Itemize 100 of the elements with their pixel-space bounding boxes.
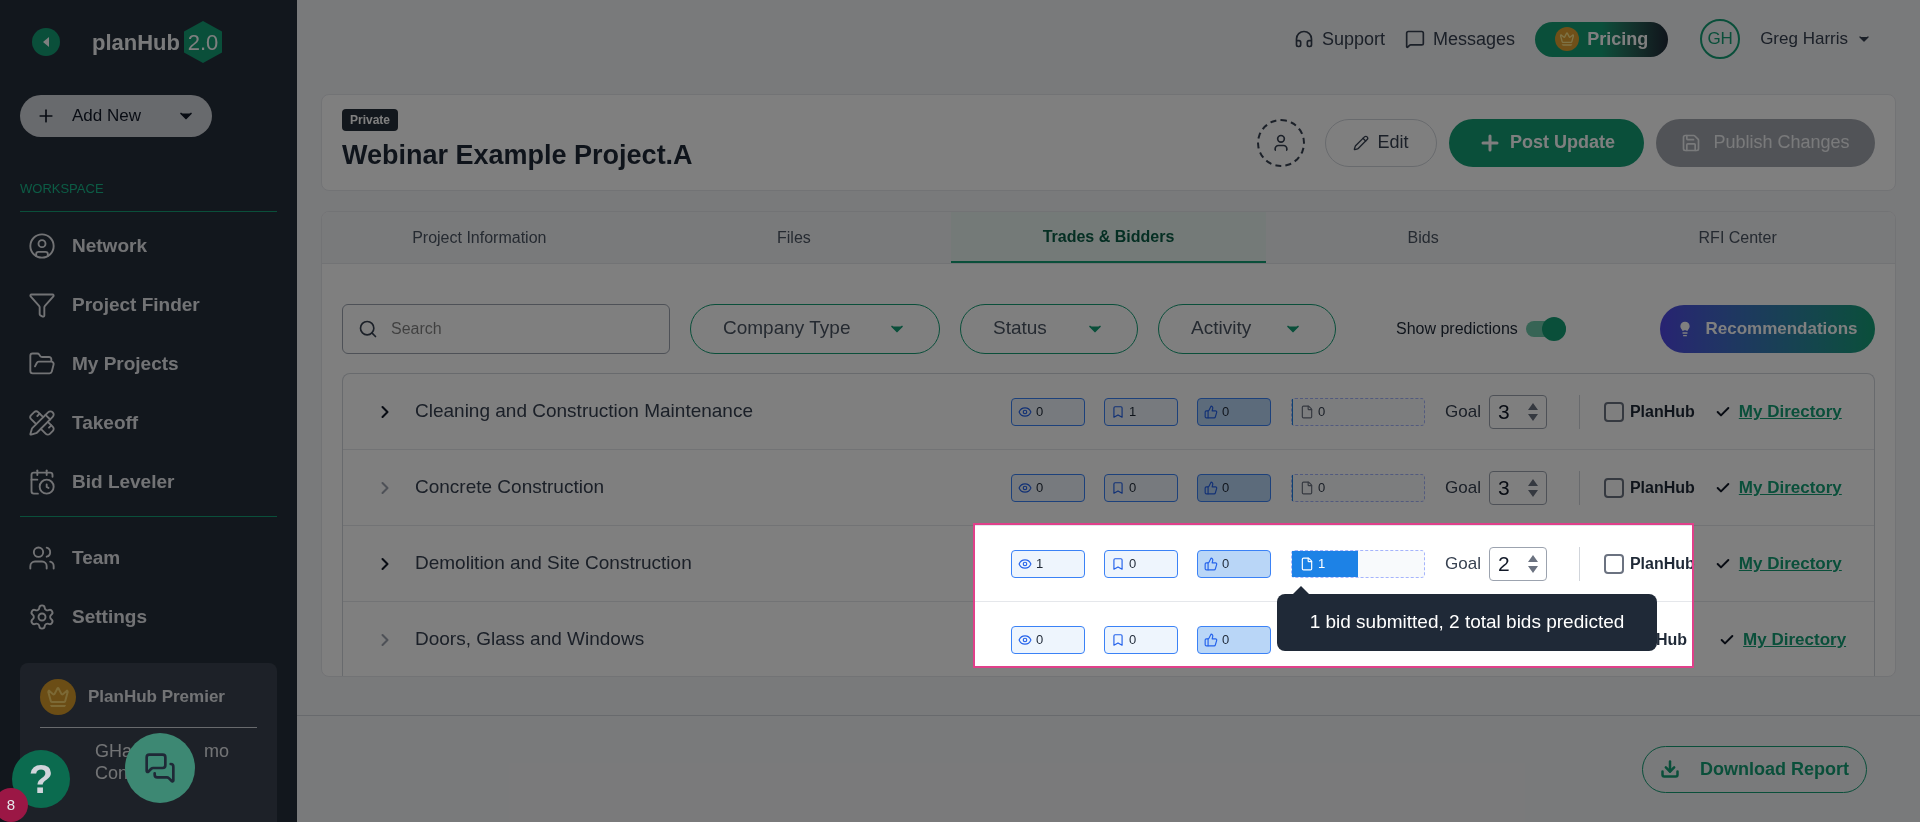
thumbs-up-icon — [1204, 480, 1218, 495]
crown-badge-icon — [40, 678, 76, 715]
nav-item[interactable]: Project Finder — [0, 275, 297, 335]
eye-icon — [1018, 480, 1032, 495]
document-icon — [1300, 480, 1314, 495]
planhub-checkbox[interactable]: PlanHub — [1603, 551, 1695, 576]
thumbs-up-icon — [1204, 404, 1218, 419]
count-text: 0 — [1036, 630, 1044, 649]
team-icon — [28, 544, 56, 572]
chat-icon — [1405, 29, 1426, 49]
nav-item[interactable]: Takeoff — [0, 393, 297, 453]
document-icon — [1300, 404, 1314, 419]
spinner-arrows-icon[interactable] — [1527, 554, 1538, 573]
collapse-button[interactable] — [32, 28, 60, 56]
ruler-pencil-icon — [28, 409, 56, 437]
bookmark-icon — [1111, 404, 1125, 419]
trade-name: Doors, Glass and Windows — [415, 627, 646, 652]
version-badge: 2.0 — [184, 21, 222, 63]
post-update-button[interactable]: Post Update — [1449, 118, 1644, 167]
project-title: Webinar Example Project.A — [342, 139, 693, 173]
section-label: WORKSPACE — [20, 180, 105, 198]
funnel-icon — [28, 291, 56, 319]
planhub-label: Hub — [1656, 629, 1688, 650]
goal-stepper[interactable]: 2 — [1488, 546, 1547, 581]
bookmark-icon — [1111, 556, 1125, 571]
tab[interactable]: Files — [636, 212, 952, 263]
logo-text: planHub — [92, 28, 180, 57]
eye-icon — [1018, 404, 1032, 419]
planhub-checkbox[interactable]: PlanHub — [1603, 475, 1695, 500]
nav-item[interactable]: My Projects — [0, 334, 297, 394]
bids-count: 1 — [1318, 554, 1326, 573]
user-circle-icon — [28, 232, 56, 260]
company-name: Con — [95, 763, 129, 783]
my-directory-link[interactable]: My Directory — [1738, 398, 1842, 425]
my-directory-link[interactable]: My Directory — [1738, 474, 1842, 501]
count-text: 0 — [1129, 554, 1137, 573]
count-text: 0 — [1036, 478, 1044, 497]
goal-label: Goal — [1445, 400, 1481, 423]
document-icon — [1300, 556, 1314, 571]
tab[interactable]: Bids — [1265, 212, 1581, 263]
tooltip: 1 bid submitted, 2 total bids predicted — [1277, 586, 1657, 651]
nav-item[interactable]: Team — [0, 528, 297, 588]
save-icon — [1681, 132, 1702, 153]
nav-item[interactable]: Settings — [0, 587, 297, 647]
download-icon — [1660, 759, 1680, 779]
count-text: 1 — [1036, 554, 1044, 573]
assign-user-icon[interactable] — [1257, 118, 1305, 167]
private-badge: Private — [342, 109, 399, 132]
count-text: 1 — [1129, 402, 1137, 421]
account-name: mo — [204, 739, 230, 762]
count-text: 0 — [1129, 630, 1137, 649]
my-directory-link[interactable]: My Directory — [1743, 626, 1847, 653]
tab[interactable]: RFI Center — [1580, 212, 1895, 263]
predictions-label: Show predictions — [1396, 318, 1518, 339]
user-name[interactable]: Greg Harris — [1760, 26, 1848, 52]
goal-label: Goal — [1445, 552, 1481, 575]
spinner-arrows-icon[interactable] — [1527, 402, 1538, 421]
recommendations-button[interactable]: Recommendations — [1660, 304, 1875, 353]
spinner-arrows-icon[interactable] — [1527, 478, 1538, 497]
crown-icon — [1555, 27, 1580, 51]
settings-icon — [28, 603, 56, 631]
trade-name: Concrete Construction — [415, 475, 606, 500]
bids-count: 0 — [1318, 478, 1326, 497]
goal-label: Goal — [1445, 476, 1481, 499]
filter-dropdown[interactable]: Status — [960, 303, 1138, 354]
search-icon — [358, 318, 378, 339]
bids-count: 0 — [1318, 402, 1326, 421]
thumbs-up-icon — [1204, 556, 1218, 571]
planhub-checkbox[interactable]: PlanHub — [1603, 399, 1695, 424]
user-avatar[interactable]: GH — [1700, 19, 1741, 59]
count-text: 0 — [1222, 478, 1230, 497]
bookmark-icon — [1111, 480, 1125, 495]
filter-dropdown[interactable]: Activity — [1158, 303, 1336, 354]
eye-icon — [1018, 632, 1032, 647]
filter-dropdown[interactable]: Company Type — [690, 303, 940, 354]
caret-left-icon — [43, 37, 49, 47]
nav-item[interactable]: Network — [0, 216, 297, 276]
count-text: 0 — [1222, 630, 1230, 649]
headset-icon — [1294, 29, 1315, 49]
goal-stepper[interactable]: 3 — [1488, 394, 1547, 429]
bookmark-icon — [1111, 632, 1125, 647]
search-field[interactable]: Search — [342, 303, 670, 354]
count-text: 0 — [1222, 402, 1230, 421]
support-link[interactable]: Support — [1294, 25, 1386, 53]
add-new-button[interactable]: Add New — [20, 95, 212, 137]
messages-link[interactable]: Messages — [1405, 25, 1516, 53]
tab[interactable]: Project Information — [322, 212, 637, 263]
trade-name: Cleaning and Construction Maintenance — [415, 399, 754, 424]
pricing-button[interactable]: Pricing — [1535, 21, 1669, 57]
pencil-icon — [1353, 134, 1370, 151]
nav-item[interactable]: Bid Leveler — [0, 452, 297, 512]
goal-stepper[interactable]: 3 — [1488, 470, 1547, 505]
trade-name: Demolition and Site Construction — [415, 551, 693, 576]
eye-icon — [1018, 556, 1032, 571]
my-directory-link[interactable]: My Directory — [1738, 550, 1842, 577]
tab[interactable]: Trades & Bidders — [951, 212, 1266, 263]
count-text: 0 — [1129, 478, 1137, 497]
plan-title: PlanHub Premier — [88, 685, 225, 708]
calendar-clock-icon — [28, 468, 56, 496]
thumbs-up-icon — [1204, 632, 1218, 647]
